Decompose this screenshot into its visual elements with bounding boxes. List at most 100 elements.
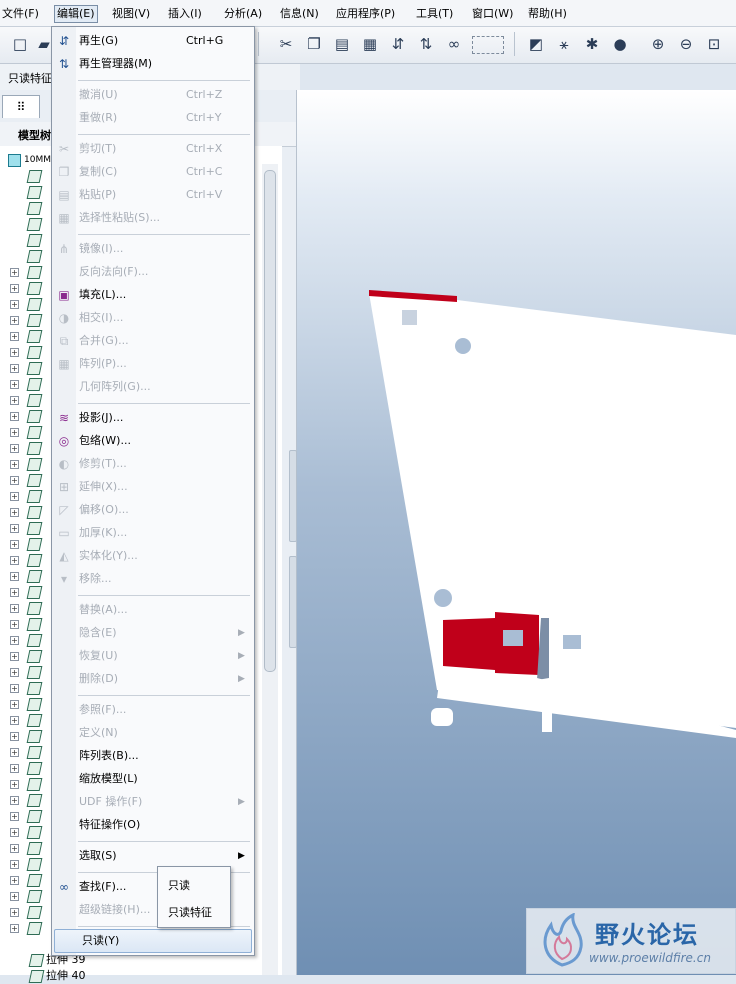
menu-edit[interactable]: 编辑(E)	[54, 5, 98, 23]
expand-icon[interactable]: +	[10, 332, 19, 341]
expand-icon[interactable]: +	[10, 716, 19, 725]
refit-icon[interactable]: ⊡	[704, 34, 724, 54]
menu-window[interactable]: 窗口(W)	[472, 6, 513, 22]
edit-menu-item[interactable]: ▾ 移除...	[52, 568, 254, 590]
selection-box-icon[interactable]	[472, 36, 504, 54]
menu-info[interactable]: 信息(N)	[280, 6, 319, 22]
edit-menu-item[interactable]: 替换(A)...	[52, 599, 254, 621]
edit-menu-item[interactable]: 特征操作(O)	[52, 814, 254, 836]
copy-icon[interactable]: ❐	[304, 34, 324, 54]
edit-menu-item[interactable]: 几何阵列(G)...	[52, 376, 254, 398]
edit-menu-item[interactable]: ⇅ 再生管理器(M)	[52, 53, 254, 75]
submenu-readonly[interactable]: 只读	[168, 877, 190, 893]
expand-icon[interactable]: +	[10, 428, 19, 437]
new-file-icon[interactable]: □	[10, 34, 30, 54]
expand-icon[interactable]: +	[10, 620, 19, 629]
expand-icon[interactable]: +	[10, 412, 19, 421]
expand-icon[interactable]: +	[10, 588, 19, 597]
edit-menu-item[interactable]: ◐ 修剪(T)...	[52, 453, 254, 475]
edit-menu-item[interactable]: 恢复(U) ▶	[52, 645, 254, 667]
shading-sphere-icon[interactable]: ●	[610, 34, 630, 54]
edit-menu-item[interactable]: 参照(F)...	[52, 699, 254, 721]
expand-icon[interactable]: +	[10, 764, 19, 773]
edit-menu-item[interactable]: UDF 操作(F) ▶	[52, 791, 254, 813]
edit-menu-item[interactable]: ◸ 偏移(O)...	[52, 499, 254, 521]
edit-menu-item[interactable]: ⇵ 再生(G) Ctrl+G	[52, 30, 254, 52]
expand-icon[interactable]: +	[10, 748, 19, 757]
zoom-out-icon[interactable]: ⊖	[676, 34, 696, 54]
expand-icon[interactable]: +	[10, 604, 19, 613]
spin-center-icon[interactable]: ✱	[582, 34, 602, 54]
tree-scrollbar[interactable]	[262, 164, 278, 975]
edit-menu-item[interactable]: 删除(D) ▶	[52, 668, 254, 690]
tree-scroll-thumb[interactable]	[264, 170, 276, 672]
expand-icon[interactable]: +	[10, 284, 19, 293]
menu-analysis[interactable]: 分析(A)	[224, 6, 262, 22]
expand-icon[interactable]: +	[10, 300, 19, 309]
menu-view[interactable]: 视图(V)	[112, 6, 150, 22]
expand-icon[interactable]: +	[10, 892, 19, 901]
edit-menu-item[interactable]: ▭ 加厚(K)...	[52, 522, 254, 544]
expand-icon[interactable]: +	[10, 444, 19, 453]
expand-icon[interactable]: +	[10, 860, 19, 869]
edit-menu-item[interactable]: ▦ 阵列(P)...	[52, 353, 254, 375]
expand-icon[interactable]: +	[10, 924, 19, 933]
edit-menu-item[interactable]: ◎ 包络(W)...	[52, 430, 254, 452]
expand-icon[interactable]: +	[10, 684, 19, 693]
expand-icon[interactable]: +	[10, 572, 19, 581]
edit-menu-item[interactable]: ✂ 剪切(T) Ctrl+X	[52, 138, 254, 160]
menu-applications[interactable]: 应用程序(P)	[336, 6, 395, 22]
edit-menu-item[interactable]: ⊞ 延伸(X)...	[52, 476, 254, 498]
edit-menu-item[interactable]: ◑ 相交(I)...	[52, 307, 254, 329]
sketch-icon[interactable]: ◩	[526, 34, 546, 54]
expand-icon[interactable]: +	[10, 844, 19, 853]
edit-menu-item[interactable]: ≋ 投影(J)...	[52, 407, 254, 429]
paste-icon[interactable]: ▤	[332, 34, 352, 54]
expand-icon[interactable]: +	[10, 316, 19, 325]
edit-menu-item[interactable]: 缩放模型(L)	[52, 768, 254, 790]
regen-manager-icon[interactable]: ⇅	[416, 34, 436, 54]
expand-icon[interactable]: +	[10, 780, 19, 789]
expand-icon[interactable]: +	[10, 796, 19, 805]
menu-tools[interactable]: 工具(T)	[416, 6, 453, 22]
expand-icon[interactable]: +	[10, 396, 19, 405]
binoculars-icon[interactable]: ∞	[444, 34, 464, 54]
regenerate-icon[interactable]: ⇵	[388, 34, 408, 54]
edit-menu-item[interactable]: 选取(S) ▶	[52, 845, 254, 867]
submenu-readonly-feature[interactable]: 只读特征	[168, 904, 212, 920]
expand-icon[interactable]: +	[10, 700, 19, 709]
expand-icon[interactable]: +	[10, 540, 19, 549]
edit-menu-item[interactable]: ◭ 实体化(Y)...	[52, 545, 254, 567]
edit-menu-item[interactable]: ⧉ 合并(G)...	[52, 330, 254, 352]
edit-menu-item[interactable]: ▦ 选择性粘贴(S)...	[52, 207, 254, 229]
edit-menu-item[interactable]: ⋔ 镜像(I)...	[52, 238, 254, 260]
expand-icon[interactable]: +	[10, 476, 19, 485]
expand-icon[interactable]: +	[10, 268, 19, 277]
expand-icon[interactable]: +	[10, 812, 19, 821]
graphics-window[interactable]	[297, 90, 736, 975]
expand-icon[interactable]: +	[10, 524, 19, 533]
panel-sash[interactable]	[289, 556, 297, 648]
edit-menu-item[interactable]: ❐ 复制(C) Ctrl+C	[52, 161, 254, 183]
expand-icon[interactable]: +	[10, 460, 19, 469]
edit-menu-item[interactable]: 撤消(U) Ctrl+Z	[52, 84, 254, 106]
expand-icon[interactable]: +	[10, 668, 19, 677]
cut-icon[interactable]: ✂	[276, 34, 296, 54]
expand-icon[interactable]: +	[10, 876, 19, 885]
edit-menu-item[interactable]: ▣ 填充(L)...	[52, 284, 254, 306]
expand-icon[interactable]: +	[10, 652, 19, 661]
edit-menu-item[interactable]: 反向法向(F)...	[52, 261, 254, 283]
menu-help[interactable]: 帮助(H)	[528, 6, 567, 22]
panel-sash[interactable]	[289, 450, 297, 542]
expand-icon[interactable]: +	[10, 828, 19, 837]
expand-icon[interactable]: +	[10, 556, 19, 565]
edit-menu-item[interactable]: ▤ 粘贴(P) Ctrl+V	[52, 184, 254, 206]
expand-icon[interactable]: +	[10, 508, 19, 517]
expand-icon[interactable]: +	[10, 364, 19, 373]
datum-axis-icon[interactable]: ⚹	[554, 34, 574, 54]
edit-menu-item[interactable]: 只读(Y)	[54, 929, 252, 953]
edit-menu-item[interactable]: 阵列表(B)...	[52, 745, 254, 767]
expand-icon[interactable]: +	[10, 492, 19, 501]
edit-menu-item[interactable]: 隐含(E) ▶	[52, 622, 254, 644]
menu-insert[interactable]: 插入(I)	[168, 6, 202, 22]
